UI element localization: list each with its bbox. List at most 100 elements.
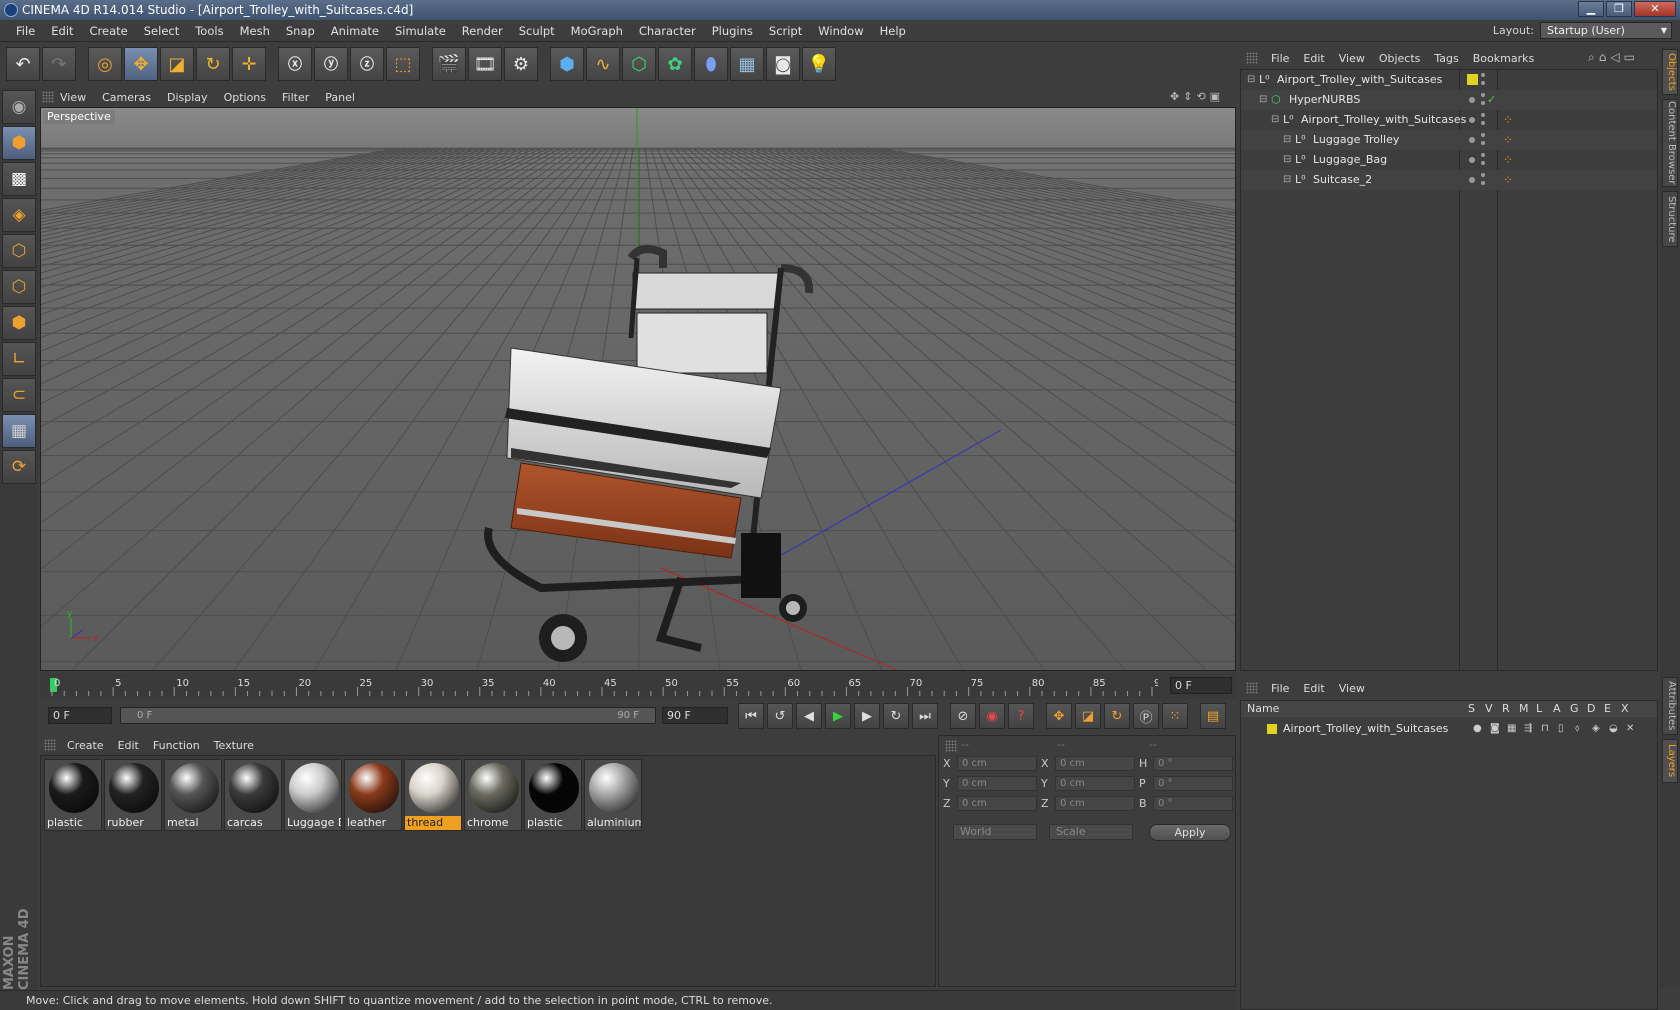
- z-axis-icon[interactable]: ⓩ: [350, 47, 384, 81]
- render-icon[interactable]: ▦: [1507, 719, 1516, 739]
- object-row[interactable]: ⊟ L⁰ Luggage Trolley ⁘: [1241, 130, 1657, 150]
- layer-column-r[interactable]: R: [1502, 701, 1510, 717]
- edit-render-settings-icon[interactable]: ⚙: [504, 47, 538, 81]
- object-menu-tags[interactable]: Tags: [1427, 52, 1465, 65]
- editor-visibility-dot[interactable]: [1469, 177, 1475, 183]
- material-swatch[interactable]: metal: [164, 759, 222, 831]
- axis-mode-icon[interactable]: ∟: [2, 342, 36, 376]
- record-point-level-icon[interactable]: ⁙: [1162, 703, 1188, 729]
- layer-menu-edit[interactable]: Edit: [1296, 682, 1331, 695]
- menu-mesh[interactable]: Mesh: [232, 24, 278, 38]
- layer-column-s[interactable]: S: [1468, 701, 1475, 717]
- previous-frame-icon[interactable]: ◀: [796, 703, 822, 729]
- array-icon[interactable]: ✿: [658, 47, 692, 81]
- rotation-field[interactable]: 0 °: [1153, 796, 1233, 811]
- tree-expand-icon[interactable]: ⊟: [1271, 110, 1279, 130]
- play-icon[interactable]: ▶: [825, 703, 851, 729]
- tab-layers[interactable]: Layers: [1662, 739, 1678, 783]
- editor-visibility-dot[interactable]: [1469, 97, 1475, 103]
- next-frame-icon[interactable]: ▶: [854, 703, 880, 729]
- home-icon[interactable]: ⌂: [1599, 50, 1607, 65]
- menu-sculpt[interactable]: Sculpt: [511, 24, 563, 38]
- visible-icon[interactable]: ◙: [1490, 719, 1500, 739]
- render-visibility-dot[interactable]: [1481, 173, 1485, 177]
- object-menu-edit[interactable]: Edit: [1296, 52, 1331, 65]
- viewport-menu-display[interactable]: Display: [159, 91, 216, 104]
- maximize-button[interactable]: ❐: [1606, 1, 1632, 17]
- view-layout-icon[interactable]: ▣: [1210, 90, 1220, 103]
- render-visibility-dot[interactable]: [1481, 73, 1485, 77]
- material-swatch[interactable]: thread: [404, 759, 462, 831]
- tree-expand-icon[interactable]: ⊟: [1259, 90, 1267, 110]
- render-visibility-dot[interactable]: [1481, 101, 1485, 105]
- render-visibility-dot[interactable]: [1481, 181, 1485, 185]
- y-axis-icon[interactable]: ⓨ: [314, 47, 348, 81]
- timeline-window-icon[interactable]: ▤: [1200, 703, 1226, 729]
- material-menu-function[interactable]: Function: [146, 739, 207, 752]
- menu-simulate[interactable]: Simulate: [387, 24, 454, 38]
- render-view-icon[interactable]: 🎬: [432, 47, 466, 81]
- autokeying-icon[interactable]: ◉: [979, 703, 1005, 729]
- back-icon[interactable]: ◁: [1610, 50, 1619, 65]
- editor-visibility-dot[interactable]: [1469, 137, 1475, 143]
- floor-icon[interactable]: ▦: [730, 47, 764, 81]
- material-swatch[interactable]: Luggage B: [284, 759, 342, 831]
- cube-primitive-icon[interactable]: ⬢: [550, 47, 584, 81]
- layer-column-d[interactable]: D: [1587, 701, 1595, 717]
- solo-icon[interactable]: ●: [1473, 719, 1482, 739]
- menu-create[interactable]: Create: [82, 24, 136, 38]
- material-swatch[interactable]: carcas: [224, 759, 282, 831]
- layer-column-v[interactable]: V: [1485, 701, 1493, 717]
- menu-file[interactable]: File: [8, 24, 43, 38]
- material-menu-edit[interactable]: Edit: [111, 739, 146, 752]
- material-swatch[interactable]: leather: [344, 759, 402, 831]
- tab-structure[interactable]: Structure: [1662, 191, 1678, 247]
- deformer-icon[interactable]: ⬮: [694, 47, 728, 81]
- perspective-viewport[interactable]: y x Perspective: [40, 107, 1236, 671]
- render-visibility-dot[interactable]: [1481, 133, 1485, 137]
- object-name[interactable]: Airport_Trolley_with_Suitcases: [1301, 110, 1466, 130]
- render-visibility-dot[interactable]: [1481, 161, 1485, 165]
- size-field[interactable]: 0 cm: [1055, 776, 1135, 791]
- scale-icon[interactable]: ◪: [160, 47, 194, 81]
- viewport-menu-cameras[interactable]: Cameras: [94, 91, 159, 104]
- go-to-start-icon[interactable]: ⏮: [738, 703, 764, 729]
- menu-plugins[interactable]: Plugins: [704, 24, 761, 38]
- workplane-mode-icon[interactable]: ◈: [2, 198, 36, 232]
- x-axis-icon[interactable]: ⓧ: [278, 47, 312, 81]
- keyframe-selection-icon[interactable]: ?: [1008, 703, 1034, 729]
- start-frame-field[interactable]: 0 F: [48, 707, 112, 724]
- viewport-menu-options[interactable]: Options: [216, 91, 274, 104]
- position-field[interactable]: 0 cm: [957, 756, 1037, 771]
- object-name[interactable]: Suitcase_2: [1313, 170, 1372, 190]
- object-menu-bookmarks[interactable]: Bookmarks: [1466, 52, 1541, 65]
- menu-render[interactable]: Render: [454, 24, 511, 38]
- menu-mograph[interactable]: MoGraph: [563, 24, 631, 38]
- tab-objects[interactable]: Objects: [1662, 49, 1678, 95]
- timeline-ruler[interactable]: 0 5 10 15 20 25 30 35 40 45 50 55 60 65 70 75 80 85 90: [48, 675, 1158, 697]
- material-swatch[interactable]: aluminium: [584, 759, 642, 831]
- menu-select[interactable]: Select: [136, 24, 187, 38]
- end-frame-field[interactable]: 90 F: [662, 707, 728, 724]
- position-field[interactable]: 0 cm: [957, 796, 1037, 811]
- object-menu-view[interactable]: View: [1332, 52, 1372, 65]
- viewport-menu-panel[interactable]: Panel: [317, 91, 363, 104]
- material-menu-texture[interactable]: Texture: [207, 739, 261, 752]
- object-row[interactable]: ⊟ L⁰ Luggage_Bag ⁘: [1241, 150, 1657, 170]
- texture-tag-icon[interactable]: ⁘: [1503, 170, 1513, 190]
- texture-tag-icon[interactable]: ⁘: [1503, 110, 1513, 130]
- object-name[interactable]: Luggage Trolley: [1313, 130, 1399, 150]
- add-object-icon[interactable]: ✛: [232, 47, 266, 81]
- layer-menu-view[interactable]: View: [1332, 682, 1372, 695]
- minimize-button[interactable]: ▁: [1578, 1, 1604, 17]
- layer-menu-file[interactable]: File: [1264, 682, 1296, 695]
- render-visibility-dot[interactable]: [1481, 121, 1485, 125]
- object-name[interactable]: Airport_Trolley_with_Suitcases: [1277, 70, 1442, 90]
- go-to-end-icon[interactable]: ⏭: [912, 703, 938, 729]
- tree-expand-icon[interactable]: ⊟: [1247, 70, 1255, 90]
- workplane-icon[interactable]: ▦: [2, 414, 36, 448]
- dolly-icon[interactable]: ⇕: [1183, 90, 1192, 103]
- object-menu-file[interactable]: File: [1264, 52, 1296, 65]
- menu-animate[interactable]: Animate: [323, 24, 387, 38]
- lock-icon[interactable]: ⊓: [1541, 719, 1549, 739]
